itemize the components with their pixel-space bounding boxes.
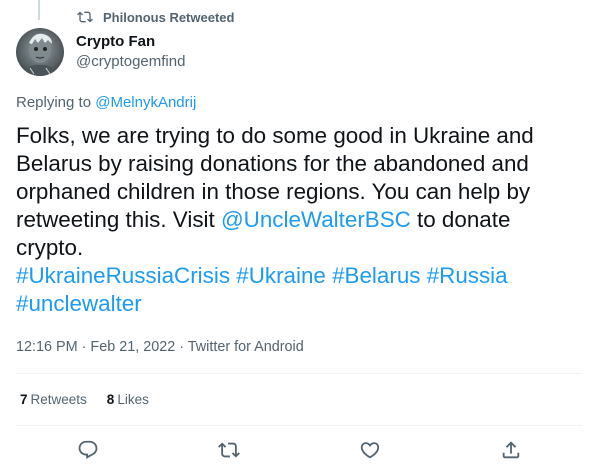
tweet-source[interactable]: Twitter for Android bbox=[188, 339, 304, 355]
author-display-name[interactable]: Crypto Fan bbox=[76, 33, 185, 51]
tweet-actions-bar bbox=[0, 437, 598, 463]
hashtag-link[interactable]: #Ukraine bbox=[236, 263, 326, 288]
avatar[interactable] bbox=[16, 28, 64, 76]
hashtag-link[interactable]: #UkraineRussiaCrisis bbox=[16, 263, 230, 288]
tweet-time[interactable]: 12:16 PM bbox=[16, 339, 78, 355]
like-icon bbox=[360, 442, 380, 459]
hashtag-link[interactable]: #Russia bbox=[427, 263, 508, 288]
meta-separator: · bbox=[77, 339, 91, 355]
hashtag-link[interactable]: #unclewalter bbox=[16, 291, 142, 316]
divider bbox=[16, 425, 582, 426]
likes-stat[interactable]: 8 Likes bbox=[107, 392, 149, 407]
tweet-stats: 7 Retweets 8 Likes bbox=[20, 392, 169, 407]
tweet-text: Folks, we are trying to do some good in … bbox=[16, 122, 581, 318]
tweet-meta: 12:16 PM · Feb 21, 2022 · Twitter for An… bbox=[16, 339, 304, 355]
retweet-icon bbox=[77, 11, 93, 23]
hashtag-link[interactable]: #Belarus bbox=[332, 263, 420, 288]
retweets-count: 7 bbox=[20, 392, 28, 407]
retweet-context-label: Philonous Retweeted bbox=[103, 9, 235, 25]
avatar-portrait bbox=[16, 28, 64, 76]
likes-count: 8 bbox=[106, 392, 115, 407]
replying-to-prefix: Replying to bbox=[16, 94, 96, 111]
tweet-mention-link[interactable]: @UncleWalterBSC bbox=[221, 207, 411, 232]
tweet-date[interactable]: Feb 21, 2022 bbox=[90, 339, 175, 355]
share-icon bbox=[502, 441, 520, 459]
thread-connector-line bbox=[38, 0, 40, 20]
replying-to-mention-link[interactable]: @MelnykAndrij bbox=[95, 94, 196, 111]
reply-icon bbox=[78, 440, 98, 459]
share-button[interactable] bbox=[498, 437, 524, 463]
retweet-context: Philonous Retweeted bbox=[77, 8, 234, 26]
tweet-hashtags: #UkraineRussiaCrisis #Ukraine #Belarus #… bbox=[16, 262, 581, 318]
likes-label: Likes bbox=[117, 392, 149, 407]
reply-button[interactable] bbox=[75, 437, 101, 463]
retweets-stat[interactable]: 7 Retweets bbox=[20, 392, 87, 407]
retweet-icon bbox=[218, 442, 240, 458]
meta-separator: · bbox=[175, 339, 188, 355]
replying-to: Replying to @MelnykAndrij bbox=[16, 94, 196, 111]
retweets-label: Retweets bbox=[30, 392, 87, 407]
author-handle[interactable]: @cryptogemfind bbox=[76, 53, 185, 71]
divider bbox=[16, 373, 582, 374]
like-button[interactable] bbox=[357, 437, 383, 463]
retweet-button[interactable] bbox=[216, 437, 242, 463]
tweet-author: Crypto Fan @cryptogemfind bbox=[76, 33, 185, 71]
